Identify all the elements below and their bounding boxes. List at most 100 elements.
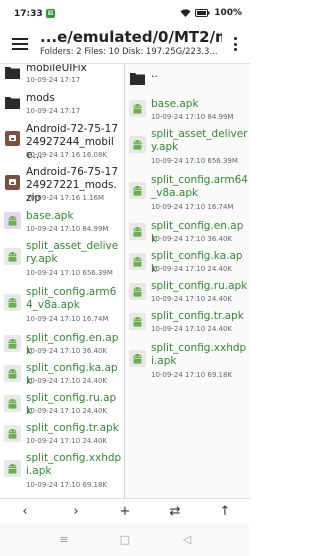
file-name: base.apk: [26, 210, 74, 222]
battery-percent: 100%: [214, 8, 242, 18]
file-row[interactable]: Android-76-75-1724927221_mods.zip 10-09-2…: [0, 164, 124, 206]
file-name: ..: [151, 68, 158, 80]
apk-icon: [129, 223, 146, 240]
wifi-icon: [180, 8, 191, 17]
current-path[interactable]: ...e/emulated/0/MT2/mod/: [40, 28, 222, 46]
file-row[interactable]: split_config.en.apk 10-09-24 17:10 36.40K: [125, 218, 250, 248]
folder-icon: [129, 70, 146, 87]
more-options-icon[interactable]: [234, 37, 238, 53]
file-row[interactable]: base.apk 10-09-24 17:10 84.99M: [0, 208, 124, 236]
apk-icon: [129, 253, 146, 270]
right-file-pane[interactable]: .. base.apk 10-09-24 17:10 84.99M split_ass…: [125, 64, 250, 498]
top-toolbar: ...e/emulated/0/MT2/mod/ Folders: 2 File…: [0, 26, 250, 64]
file-meta: 10-09-24 17:10 16.74M: [151, 203, 234, 211]
file-meta: 10-09-24 17:10 36.40K: [151, 235, 233, 243]
apk-icon: [129, 182, 146, 199]
file-meta: 10-09-24 17:10 24.40K: [26, 437, 108, 445]
recents-nav-button[interactable]: ≡: [57, 533, 71, 547]
left-file-pane[interactable]: mobileUIFix 10-09-24 17:17 mods 10-09-24 17…: [0, 64, 124, 498]
back-button[interactable]: ‹: [16, 503, 34, 521]
forward-button[interactable]: ›: [67, 503, 85, 521]
file-meta: 10-09-24 17:10 24.40K: [26, 407, 108, 415]
apk-icon: [129, 283, 146, 300]
file-meta: 10-09-24 17:17: [26, 76, 81, 84]
back-nav-button[interactable]: ◁: [180, 533, 194, 547]
notification-icon: ⊠: [46, 9, 55, 18]
file-name: mobileUIFix: [26, 64, 87, 74]
menu-icon[interactable]: [12, 38, 28, 52]
file-meta: 10-09-24 17:10 84.99M: [26, 225, 109, 233]
file-name: mods: [26, 92, 55, 104]
swap-panes-button[interactable]: ⇄: [166, 503, 184, 521]
file-meta: 10-09-24 17:10 656.39M: [151, 157, 238, 165]
file-name: split_config.arm64_v8a.apk: [26, 286, 117, 311]
status-right: 100%: [180, 8, 242, 18]
apk-icon: [4, 395, 21, 412]
archive-icon: [4, 174, 21, 191]
apk-icon: [4, 248, 21, 265]
file-name: base.apk: [151, 98, 199, 110]
file-name: split_asset_delivery.apk: [151, 128, 248, 153]
folder-info: Folders: 2 Files: 10 Disk: 197.25G/223.3…: [40, 47, 218, 57]
apk-icon: [129, 136, 146, 153]
file-row[interactable]: split_config.ru.apk 10-09-24 17:10 24.40K: [0, 390, 124, 420]
file-meta: 10-09-24 17:10 24.40K: [26, 377, 108, 385]
apk-icon: [4, 212, 21, 229]
file-meta: 10-09-24 17:10 36.40K: [26, 347, 108, 355]
file-row[interactable]: split_config.xxhdpi.apk 10-09-24 17:10 69…: [125, 340, 250, 384]
file-row[interactable]: split_config.ru.apk 10-09-24 17:10 24.40K: [125, 278, 250, 308]
file-meta: 10-09-24 17:16 1.16M: [26, 194, 105, 202]
home-nav-button[interactable]: □: [118, 533, 132, 547]
file-name: split_asset_delivery.apk: [26, 240, 119, 265]
file-row[interactable]: split_config.ka.apk 10-09-24 17:10 24.40K: [125, 248, 250, 278]
file-row[interactable]: split_asset_delivery.apk 10-09-24 17:10 6…: [125, 126, 250, 170]
file-name: split_config.tr.apk: [151, 310, 244, 322]
apk-icon: [4, 294, 21, 311]
folder-icon: [4, 94, 21, 111]
apk-icon: [129, 350, 146, 367]
file-name: split_config.xxhdpi.apk: [26, 452, 122, 477]
file-meta: 10-09-24 17:10 69.18K: [151, 371, 233, 379]
battery-icon: [195, 9, 210, 17]
file-row[interactable]: split_config.en.apk 10-09-24 17:10 36.40K: [0, 330, 124, 360]
apk-icon: [4, 365, 21, 382]
bottom-toolbar: ‹ › + ⇄ ↑: [0, 498, 250, 524]
file-row[interactable]: split_config.ka.apk 10-09-24 17:10 24.40K: [0, 360, 124, 390]
file-name: split_config.arm64_v8a.apk: [151, 174, 248, 199]
file-meta: 10-09-24 17:17: [26, 107, 81, 115]
folder-row[interactable]: ..: [125, 66, 250, 94]
archive-icon: [4, 130, 21, 147]
folder-row[interactable]: mods 10-09-24 17:17: [0, 90, 124, 118]
apk-icon: [129, 313, 146, 330]
file-meta: 10-09-24 17:16 16.08K: [26, 151, 108, 159]
apk-icon: [4, 425, 21, 442]
file-meta: 10-09-24 17:10 69.18K: [26, 481, 108, 489]
file-meta: 10-09-24 17:10 24.40K: [151, 325, 233, 333]
file-row[interactable]: split_config.xxhdpi.apk 10-09-24 17:10 69…: [0, 450, 124, 494]
file-name: split_config.ru.apk: [151, 280, 248, 292]
file-meta: 10-09-24 17:10 656.39M: [26, 269, 113, 277]
status-bar: 17:33 ⊠ 100%: [0, 0, 250, 26]
file-row[interactable]: Android-72-75-1724927244_mobile... 10-09-…: [0, 120, 124, 164]
file-row[interactable]: split_config.tr.apk 10-09-24 17:10 24.40K: [125, 308, 250, 338]
status-time: 17:33: [14, 9, 43, 19]
folder-row[interactable]: mobileUIFix 10-09-24 17:17: [0, 64, 124, 88]
system-nav-bar: ≡ □ ◁: [0, 524, 250, 556]
file-row[interactable]: split_config.arm64_v8a.apk 10-09-24 17:10…: [0, 284, 124, 328]
file-meta: 10-09-24 17:10 24.40K: [151, 295, 233, 303]
apk-icon: [4, 335, 21, 352]
file-meta: 10-09-24 17:10 24.40K: [151, 265, 233, 273]
file-row[interactable]: split_config.tr.apk 10-09-24 17:10 24.40K: [0, 420, 124, 450]
file-meta: 10-09-24 17:10 84.99M: [151, 113, 234, 121]
file-name: split_config.xxhdpi.apk: [151, 342, 247, 367]
add-button[interactable]: +: [116, 503, 134, 521]
file-row[interactable]: split_config.arm64_v8a.apk 10-09-24 17:10…: [125, 172, 250, 216]
file-name: split_config.tr.apk: [26, 422, 119, 434]
file-row[interactable]: split_asset_delivery.apk 10-09-24 17:10 6…: [0, 238, 124, 282]
file-row[interactable]: base.apk 10-09-24 17:10 84.99M: [125, 96, 250, 124]
file-meta: 10-09-24 17:10 16.74M: [26, 315, 109, 323]
folder-icon: [4, 64, 21, 81]
apk-icon: [129, 100, 146, 117]
go-up-button[interactable]: ↑: [216, 503, 234, 521]
apk-icon: [4, 460, 21, 477]
